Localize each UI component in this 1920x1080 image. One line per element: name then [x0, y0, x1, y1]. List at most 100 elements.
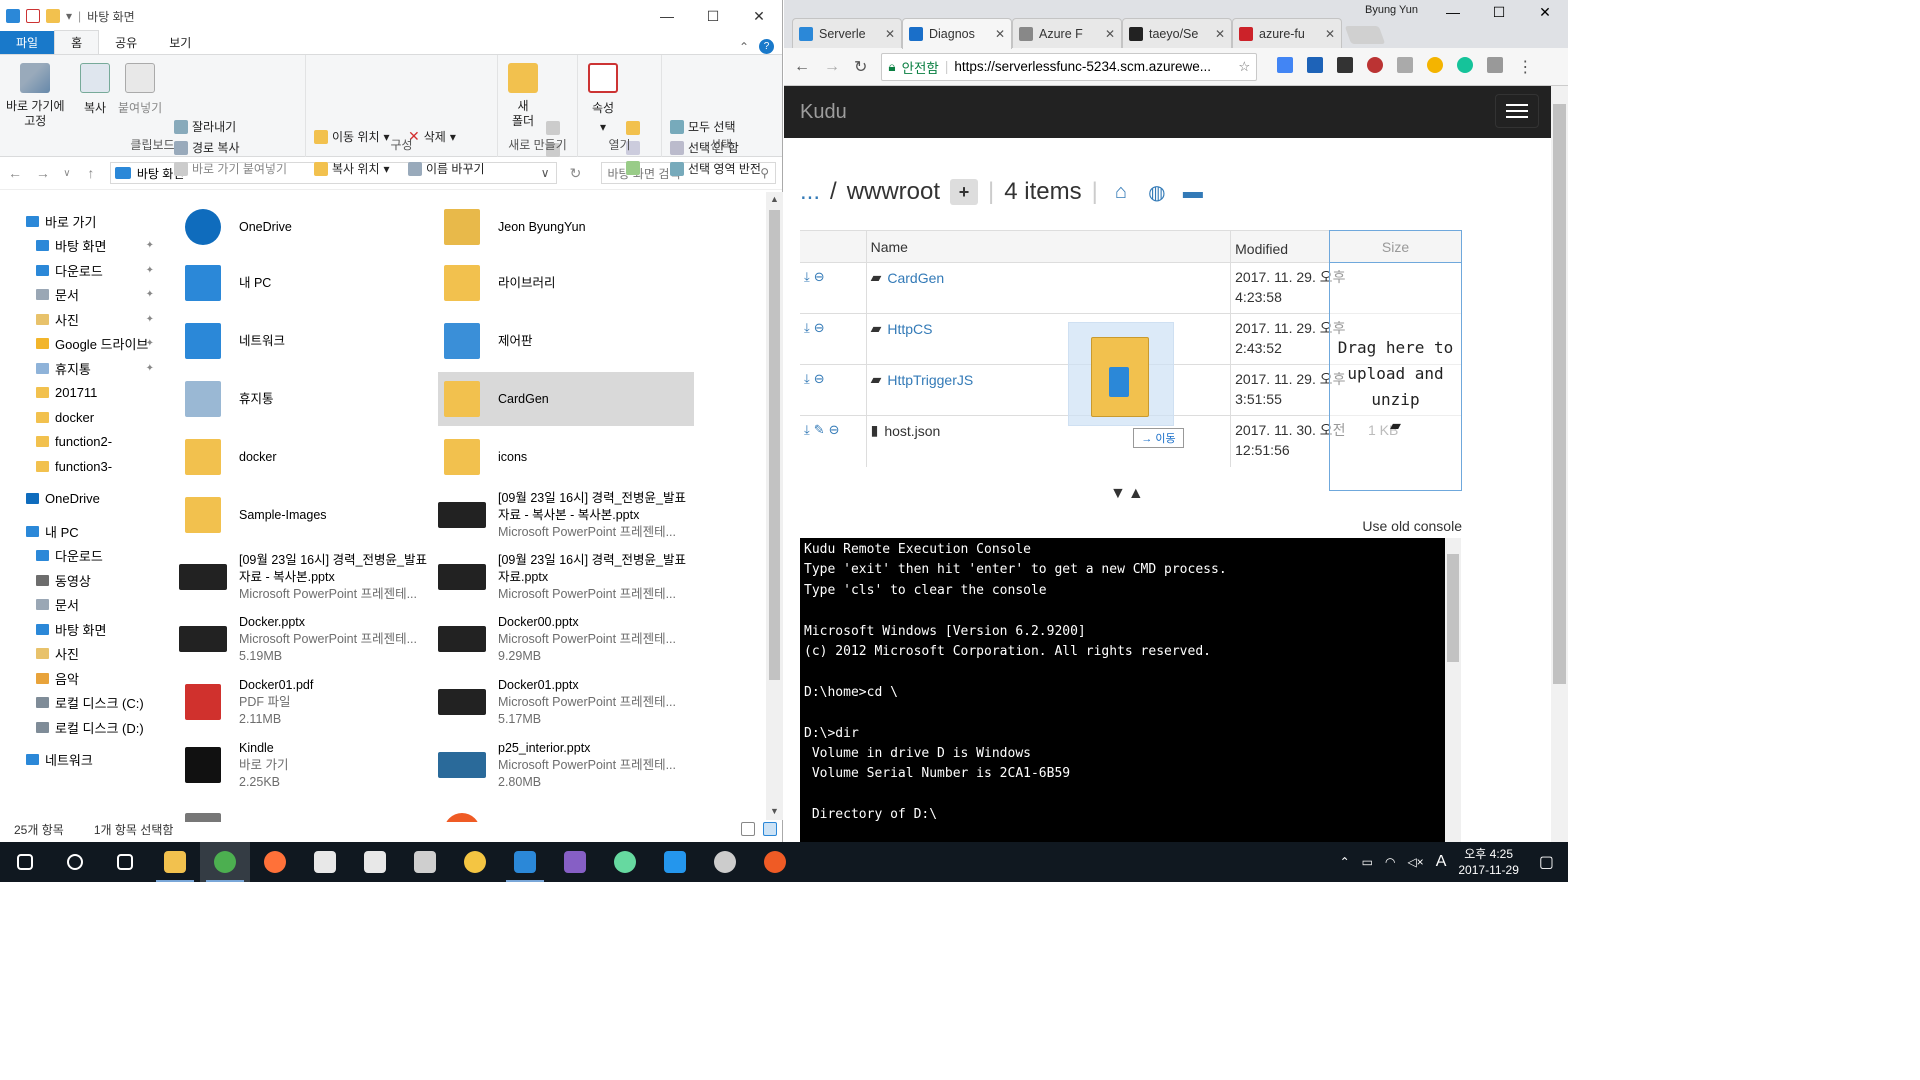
clock[interactable]: 오후 4:25 2017-11-29 [1458, 846, 1519, 878]
wifi-icon[interactable]: ◠ [1385, 855, 1395, 869]
breadcrumb-parent[interactable]: ... [800, 178, 820, 206]
drive-icon[interactable]: ▬ [1180, 181, 1206, 204]
nav-item[interactable]: 다운로드 ✦ [0, 259, 160, 281]
address-dropdown-icon[interactable]: ∨ [541, 166, 550, 180]
nav-item[interactable]: 로컬 디스크 (C:) [0, 692, 160, 714]
download-icon[interactable]: ⤓ [804, 320, 810, 336]
file-item[interactable]: 휴지통 [179, 372, 435, 426]
edit-icon[interactable]: ✎ [814, 422, 825, 438]
pin-icon[interactable]: ✦ [146, 289, 154, 300]
copy-to-button[interactable]: 복사 위치 ▾ [314, 160, 390, 177]
pin-to-quick-access-button[interactable]: 바로 가기에 고정 [6, 63, 65, 129]
collapse-ribbon-icon[interactable]: ⌃ [739, 40, 749, 54]
nav-item[interactable]: 로컬 디스크 (D:) [0, 716, 160, 738]
delete-icon[interactable]: ⊖ [814, 269, 825, 285]
home-icon[interactable]: ⌂ [1108, 181, 1134, 204]
pin-icon[interactable]: ✦ [146, 240, 154, 251]
dark-extension-icon[interactable] [1337, 56, 1354, 73]
rename-button[interactable]: 이름 바꾸기 [408, 160, 485, 177]
taskbar-button[interactable] [600, 842, 650, 882]
upload-drop-zone[interactable]: Size 1 KB Drag here to upload and unzip … [1329, 230, 1462, 491]
properties-button[interactable]: 속성 ▾ [588, 63, 618, 134]
taskbar-button[interactable] [300, 842, 350, 882]
console-output[interactable]: Kudu Remote Execution Console Type 'exit… [800, 538, 1445, 842]
translate-extension-icon[interactable] [1277, 56, 1294, 73]
scroll-up-icon[interactable]: ▲ [770, 194, 779, 204]
tab-view[interactable]: 보기 [153, 31, 207, 54]
nav-item[interactable]: 네트워크 [0, 749, 160, 771]
download-icon[interactable]: ⤓ [804, 269, 810, 285]
tab-home[interactable]: 홈 [54, 30, 100, 54]
nav-item[interactable]: 음악 [0, 667, 160, 689]
tab-close-icon[interactable]: ✕ [885, 27, 895, 41]
download-icon[interactable]: ⤓ [804, 422, 810, 438]
page-scroll-thumb[interactable] [1553, 104, 1566, 684]
refresh-icon[interactable]: ↻ [567, 165, 585, 182]
file-item[interactable]: Kindle 바로 가기 2.25KB [179, 738, 435, 792]
large-icons-view-icon[interactable] [763, 822, 777, 836]
nav-item[interactable]: 문서 ✦ [0, 284, 160, 306]
hamburger-menu-icon[interactable] [1495, 94, 1539, 128]
nav-item[interactable]: function3- [0, 455, 160, 477]
scroll-down-icon[interactable]: ▼ [770, 806, 779, 816]
taskbar-button[interactable] [400, 842, 450, 882]
console-scrollbar[interactable] [1445, 538, 1461, 842]
quick-access-dropdown-icon[interactable]: ▾ [66, 9, 72, 23]
nav-item[interactable]: 사진 [0, 643, 160, 665]
tab-close-icon[interactable]: ✕ [1105, 27, 1115, 41]
kudu-brand[interactable]: Kudu [800, 101, 847, 124]
close-button[interactable]: ✕ [1522, 4, 1568, 21]
nav-item[interactable]: OneDrive [0, 488, 160, 510]
page-scrollbar[interactable] [1551, 86, 1568, 842]
name-header[interactable]: Name [865, 230, 1231, 263]
new-tab-button[interactable] [1344, 26, 1386, 44]
nav-item[interactable]: 동영상 [0, 569, 160, 591]
taskbar-button[interactable] [150, 842, 200, 882]
ime-indicator[interactable]: A [1436, 853, 1447, 871]
download-icon[interactable]: ⤓ [804, 371, 810, 387]
invert-selection-button[interactable]: 선택 영역 반전 [670, 160, 761, 177]
file-item[interactable]: 제어판 [438, 314, 694, 368]
browser-tab[interactable]: Diagnos ✕ [902, 18, 1012, 49]
delete-icon[interactable]: ⊖ [814, 320, 825, 336]
console-scroll-thumb[interactable] [1447, 554, 1459, 662]
taskbar-button[interactable] [550, 842, 600, 882]
minimize-button[interactable]: — [1430, 4, 1476, 21]
close-button[interactable]: ✕ [736, 8, 782, 25]
taskbar-button[interactable] [200, 842, 250, 882]
google-extension-icon[interactable] [1427, 56, 1444, 73]
tab-close-icon[interactable]: ✕ [1325, 27, 1335, 41]
pin-icon[interactable]: ✦ [146, 314, 154, 325]
paste-shortcut-button[interactable]: 바로 가기 붙여넣기 [174, 160, 287, 177]
file-item[interactable]: Docker01.pptx Microsoft PowerPoint 프레젠테..… [438, 675, 694, 729]
new-folder-quick-icon[interactable] [46, 9, 60, 23]
nav-item[interactable]: 바탕 화면 ✦ [0, 235, 160, 257]
delete-icon[interactable]: ⊖ [814, 371, 825, 387]
file-item[interactable]: docker [179, 430, 435, 484]
back-arrow-icon[interactable]: ← [6, 165, 24, 181]
file-item[interactable]: 라이브러리 [438, 256, 694, 310]
nav-item[interactable]: 내 PC [0, 520, 160, 542]
copy-button[interactable]: 복사 [80, 63, 110, 116]
file-item[interactable]: [09월 23일 16시] 경력_전병윤_발표 자료 - 복사본 - 복사본.pp… [438, 488, 694, 542]
select-all-button[interactable]: 모두 선택 [670, 118, 736, 135]
grammarly-icon[interactable] [1457, 56, 1474, 73]
red-extension-icon[interactable] [1367, 56, 1384, 73]
battery-icon[interactable]: ▭ [1362, 855, 1373, 869]
nav-item[interactable]: 바로 가기 [0, 210, 160, 232]
tab-close-icon[interactable]: ✕ [1215, 27, 1225, 41]
minimize-button[interactable]: — [644, 8, 690, 25]
action-center-icon[interactable]: ▢ [1539, 852, 1554, 872]
forward-icon[interactable]: → [824, 58, 840, 76]
taskbar-button[interactable] [700, 842, 750, 882]
taskbar-button[interactable] [500, 842, 550, 882]
folder-link[interactable]: ▰ CardGen [871, 269, 1227, 286]
collapse-expand-icons[interactable]: ▼▲ [1110, 485, 1146, 503]
bookmark-star-icon[interactable]: ☆ [1238, 59, 1250, 75]
use-old-console-link[interactable]: Use old console [1362, 518, 1462, 534]
file-item[interactable]: Docker00.pptx Microsoft PowerPoint 프레젠테..… [438, 612, 694, 666]
file-item[interactable]: Docker01.pdf PDF 파일 2.11MB [179, 675, 435, 729]
cut-button[interactable]: 잘라내기 [174, 118, 236, 135]
volume-icon[interactable]: ◁× [1407, 855, 1423, 869]
back-icon[interactable]: ← [794, 58, 810, 76]
